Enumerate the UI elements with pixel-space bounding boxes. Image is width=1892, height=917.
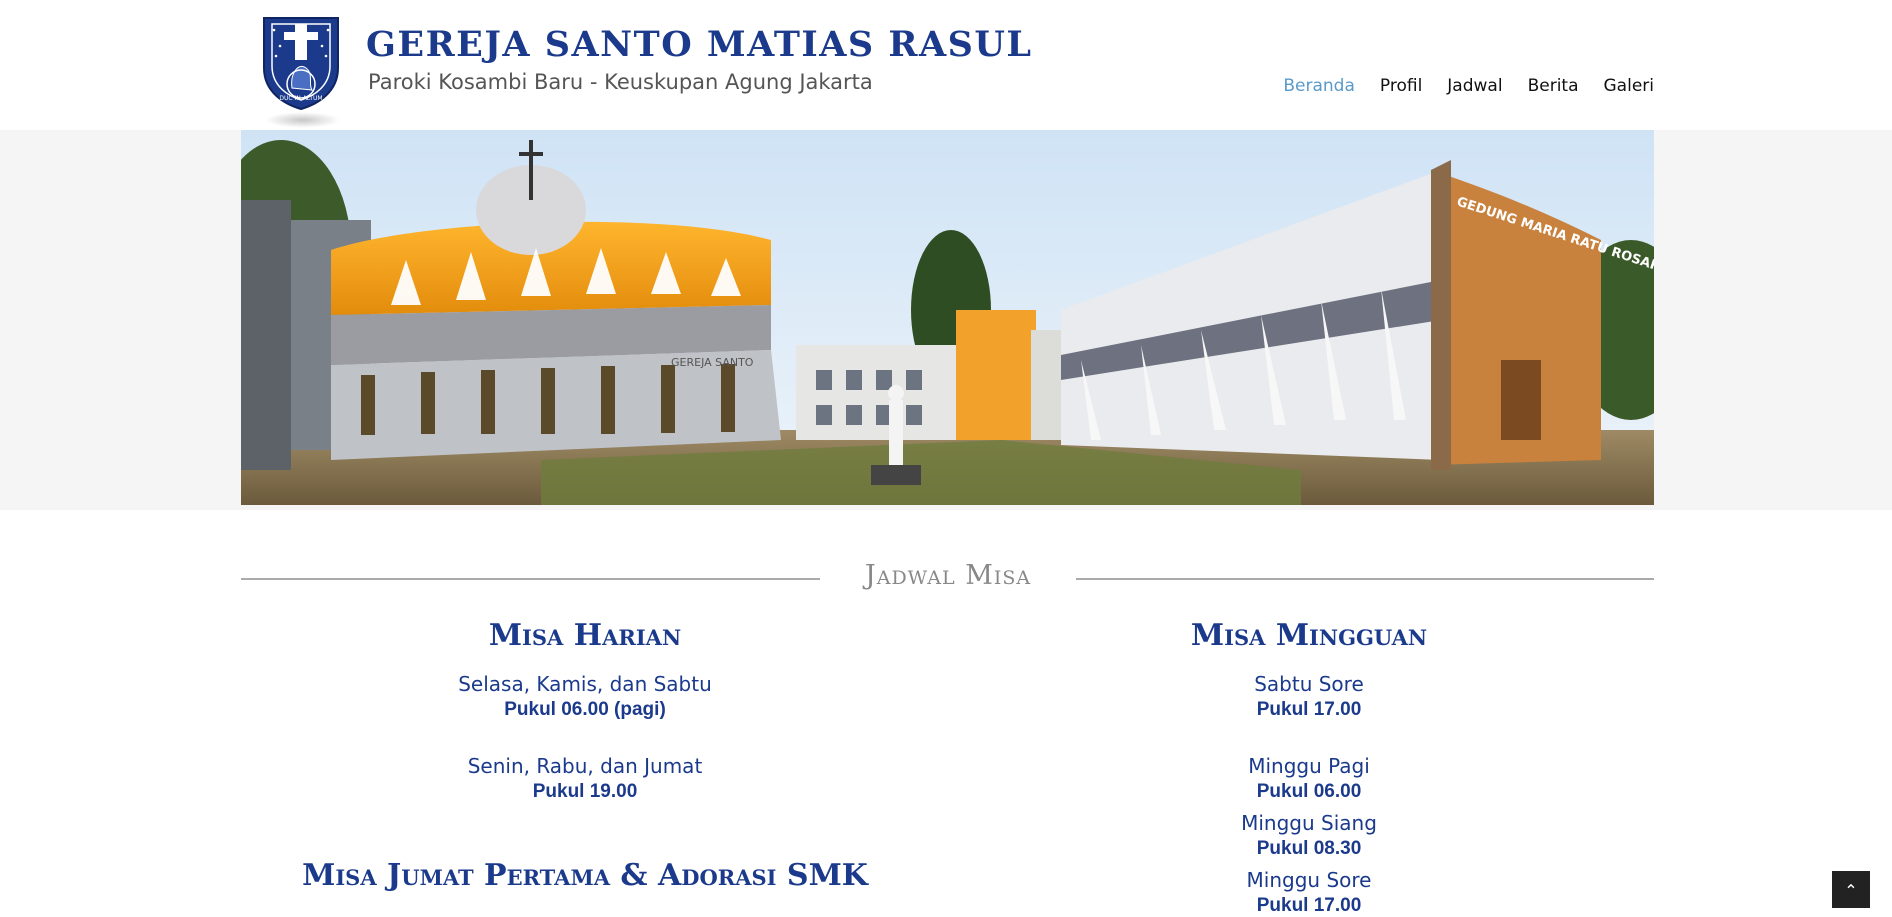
- misa-mingguan-column: Misa Mingguan: [1054, 618, 1564, 653]
- mingguan-day-3: Minggu Siang: [1241, 811, 1377, 835]
- mingguan-time-1: Pukul 17.00: [1256, 699, 1362, 720]
- harian-day-1: Selasa, Kamis, dan Sabtu: [458, 672, 712, 696]
- mingguan-time-4: Pukul 17.00: [1256, 895, 1362, 916]
- site-title[interactable]: GEREJA SANTO MATIAS RASUL: [366, 24, 1033, 65]
- harian-time-2: Pukul 19.00: [532, 781, 638, 802]
- main-nav: Beranda Profil Jadwal Berita Galeri: [1283, 76, 1654, 96]
- mingguan-entry-3: Minggu Siang Pukul 08.30: [1054, 811, 1564, 860]
- logo-shadow: [265, 112, 340, 128]
- mingguan-time-3: Pukul 08.30: [1256, 838, 1362, 859]
- mingguan-entry-2: Minggu Pagi Pukul 06.00: [1054, 754, 1564, 803]
- logo-motto: DUC IN ALTUM: [279, 95, 322, 102]
- nav-jadwal[interactable]: Jadwal: [1447, 76, 1502, 96]
- chevron-up-icon: ⌃: [1844, 881, 1858, 900]
- church-panorama-image: GEREJA SANTO GEDUNG MARIA RATU ROSARI: [241, 130, 1654, 505]
- mingguan-day-4: Minggu Sore: [1246, 868, 1372, 892]
- mingguan-day-2: Minggu Pagi: [1248, 754, 1370, 778]
- section-divider-right: [1076, 578, 1654, 580]
- nav-berita[interactable]: Berita: [1528, 76, 1579, 96]
- back-to-top-button[interactable]: ⌃: [1832, 871, 1870, 908]
- mingguan-time-2: Pukul 06.00: [1256, 781, 1362, 802]
- mingguan-entry-4: Minggu Sore Pukul 17.00: [1054, 868, 1564, 917]
- harian-entry-2: Senin, Rabu, dan Jumat Pukul 19.00: [330, 754, 840, 803]
- harian-entry-1: Selasa, Kamis, dan Sabtu Pukul 06.00 (pa…: [330, 672, 840, 721]
- section-divider-left: [241, 578, 820, 580]
- mingguan-entry-1: Sabtu Sore Pukul 17.00: [1054, 672, 1564, 721]
- misa-jumat-title: Misa Jumat Pertama & Adorasi SMK: [302, 858, 868, 893]
- site-subtitle: Paroki Kosambi Baru - Keuskupan Agung Ja…: [368, 70, 873, 94]
- mingguan-day-1: Sabtu Sore: [1254, 672, 1364, 696]
- nav-profil[interactable]: Profil: [1380, 76, 1422, 96]
- harian-time-1: Pukul 06.00 (pagi): [504, 699, 666, 720]
- misa-mingguan-title: Misa Mingguan: [1190, 618, 1428, 653]
- section-title: Jadwal Misa: [864, 560, 1032, 591]
- site-header: DUC IN ALTUM GEREJA SANTO MATIAS RASUL P…: [0, 0, 1892, 130]
- hero-banner: GEREJA SANTO GEDUNG MARIA RATU ROSARI: [241, 130, 1654, 505]
- misa-jumat-column: Misa Jumat Pertama & Adorasi SMK: [230, 858, 940, 893]
- parish-logo[interactable]: DUC IN ALTUM: [262, 16, 340, 110]
- nav-galeri[interactable]: Galeri: [1604, 76, 1655, 96]
- misa-harian-column: Misa Harian: [330, 618, 840, 653]
- nav-beranda[interactable]: Beranda: [1283, 76, 1355, 96]
- misa-harian-title: Misa Harian: [488, 618, 682, 653]
- harian-day-2: Senin, Rabu, dan Jumat: [467, 754, 703, 778]
- church-sign: GEREJA SANTO: [671, 356, 754, 369]
